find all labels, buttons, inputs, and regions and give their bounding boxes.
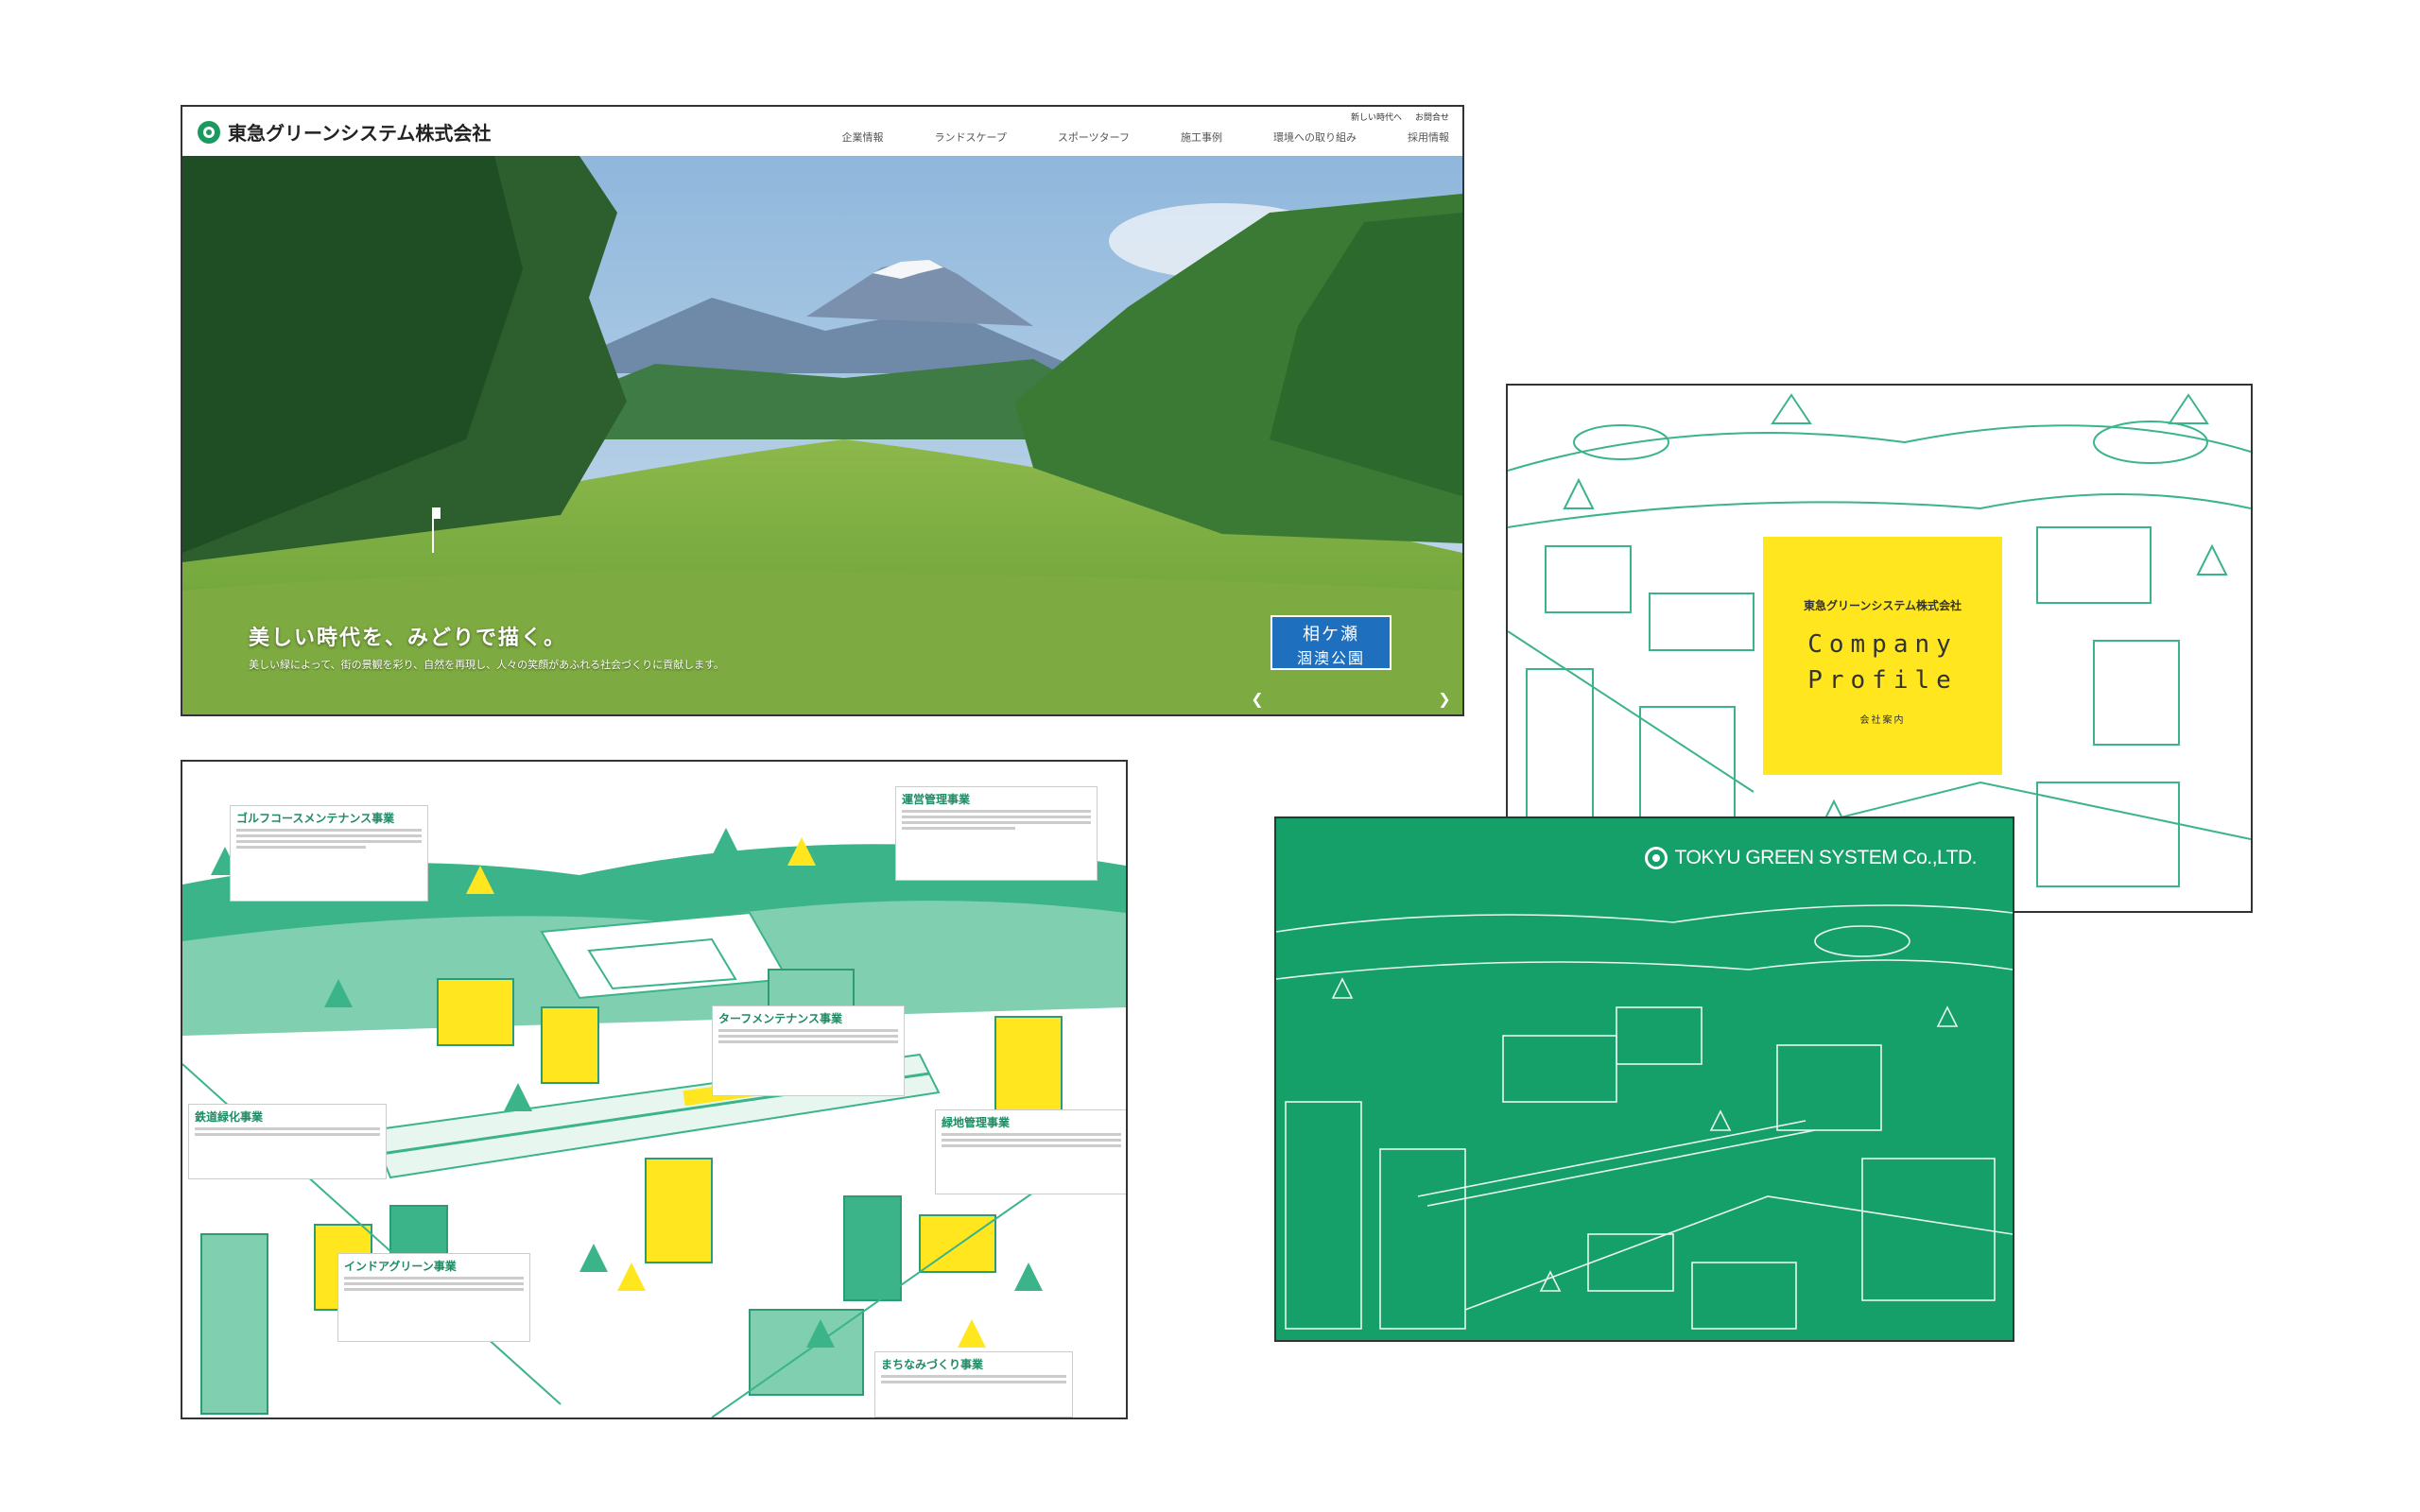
company-profile-cover-green: TOKYU GREEN SYSTEM Co.,LTD. <box>1274 816 2014 1342</box>
section-title: まちなみづくり事業 <box>881 1358 984 1371</box>
chevron-left-icon[interactable]: ❮ <box>1249 691 1266 708</box>
banner-line1: 相ケ瀬 <box>1303 625 1359 644</box>
illustrated-map-spread: ゴルフコースメンテナンス事業 運営管理事業 ターフメンテナンス事業 鉄道緑化事業… <box>181 760 1128 1419</box>
top-link[interactable]: 新しい時代へ <box>1351 111 1402 123</box>
site-name: 東急グリーンシステム株式会社 <box>228 122 492 145</box>
nav-item[interactable]: 施工事例 <box>1181 129 1222 145</box>
section-title: インドアグリーン事業 <box>344 1260 457 1273</box>
section-box: 鉄道緑化事業 <box>188 1104 387 1179</box>
tokyu-green-system-logo: TOKYU GREEN SYSTEM Co.,LTD. <box>1644 847 1978 869</box>
section-title: 鉄道緑化事業 <box>195 1110 264 1124</box>
section-title: 運営管理事業 <box>902 793 971 806</box>
hero-headline: 美しい時代を、みどりで描く。 <box>249 627 567 650</box>
nav-item[interactable]: 企業情報 <box>842 129 884 145</box>
site-logo[interactable]: 東急グリーンシステム株式会社 <box>198 118 491 146</box>
hero-subtext: 美しい緑によって、街の景観を彩り、自然を再現し、人々の笑顔があふれる社会づくりに… <box>249 659 725 671</box>
nav-item[interactable]: 環境への取り組み <box>1273 129 1357 145</box>
section-title: ターフメンテナンス事業 <box>718 1012 843 1025</box>
top-link[interactable]: お問合せ <box>1415 111 1449 123</box>
logo-text: TOKYU GREEN SYSTEM Co.,LTD. <box>1674 847 1978 868</box>
section-box: インドアグリーン事業 <box>337 1253 530 1342</box>
cover-company-name: 東急グリーンシステム株式会社 <box>1803 599 1962 612</box>
section-title: ゴルフコースメンテナンス事業 <box>236 812 395 825</box>
nav-item[interactable]: ランドスケープ <box>935 129 1007 145</box>
main-nav: 企業情報 ランドスケープ スポーツターフ 施工事例 環境への取り組み 採用情報 <box>842 129 1449 145</box>
cover-title-line2: Profile <box>1807 666 1958 695</box>
site-header: 東急グリーンシステム株式会社 新しい時代へ お問合せ 企業情報 ランドスケープ … <box>182 107 1462 156</box>
line-art-illustration <box>1276 904 2013 1330</box>
section-box: 緑地管理事業 <box>935 1109 1126 1194</box>
section-box: まちなみづくり事業 <box>874 1351 1073 1418</box>
section-box: ターフメンテナンス事業 <box>712 1005 905 1096</box>
section-title: 緑地管理事業 <box>942 1116 1011 1129</box>
section-box: 運営管理事業 <box>895 786 1098 881</box>
nav-item[interactable]: スポーツターフ <box>1058 129 1130 145</box>
logo-mark-icon <box>1644 847 1668 869</box>
title-card: 東急グリーンシステム株式会社 Company Profile 会社案内 <box>1763 537 2002 775</box>
website-screenshot: 東急グリーンシステム株式会社 新しい時代へ お問合せ 企業情報 ランドスケープ … <box>181 105 1464 716</box>
logo-mark-icon <box>198 120 220 144</box>
cover-subtitle: 会社案内 <box>1859 715 1906 726</box>
banner-line2: 涸澳公園 <box>1296 649 1365 667</box>
section-box: ゴルフコースメンテナンス事業 <box>230 805 428 902</box>
cover-title-line1: Company <box>1807 630 1958 659</box>
nav-item[interactable]: 採用情報 <box>1408 129 1449 145</box>
chevron-right-icon[interactable]: ❯ <box>1436 691 1453 708</box>
top-links: 新しい時代へ お問合せ <box>1351 111 1449 123</box>
park-banner[interactable]: 相ケ瀬 涸澳公園 <box>1270 615 1392 670</box>
